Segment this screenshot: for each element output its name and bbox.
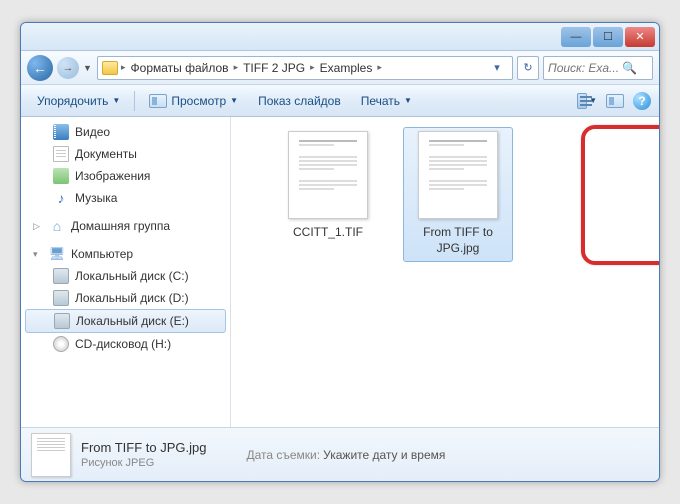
forward-button[interactable]: → [57, 57, 79, 79]
homegroup-icon: ⌂ [49, 218, 65, 234]
chevron-right-icon[interactable]: ▸ [120, 62, 127, 73]
file-list[interactable]: CCITT_1.TIF From TIFF to JPG.jpg [231, 117, 659, 427]
file-item-selected[interactable]: From TIFF to JPG.jpg [403, 127, 513, 262]
nav-bar: ← → ▼ ▸ Форматы файлов ▸ TIFF 2 JPG ▸ Ex… [21, 51, 659, 85]
navigation-pane[interactable]: Видео Документы Изображения ♪Музыка ▷⌂До… [21, 117, 231, 427]
details-pane: From TIFF to JPG.jpg Рисунок JPEG Дата с… [21, 427, 659, 481]
document-icon [53, 146, 69, 162]
sidebar-item-pictures[interactable]: Изображения [21, 165, 230, 187]
address-dropdown[interactable]: ▾ [486, 57, 508, 79]
organize-button[interactable]: Упорядочить▼ [29, 90, 128, 112]
preview-icon [149, 94, 167, 108]
minimize-button[interactable]: — [561, 27, 591, 47]
disk-icon [54, 313, 70, 329]
expander-icon[interactable]: ▷ [33, 221, 43, 232]
breadcrumb-segment[interactable]: Examples [318, 61, 375, 75]
search-icon: 🔍 [622, 61, 637, 75]
pictures-icon [53, 168, 69, 184]
maximize-button[interactable]: ☐ [593, 27, 623, 47]
breadcrumb-segment[interactable]: TIFF 2 JPG [241, 61, 307, 75]
address-bar[interactable]: ▸ Форматы файлов ▸ TIFF 2 JPG ▸ Examples… [97, 56, 513, 80]
sidebar-item-cd-h[interactable]: CD-дисковод (H:) [21, 333, 230, 355]
computer-icon: 🖥 [49, 246, 65, 262]
expander-icon[interactable]: ▾ [33, 249, 43, 260]
view-options-button[interactable]: ▼ [577, 92, 597, 110]
folder-icon [102, 61, 118, 75]
highlight-annotation [581, 125, 659, 265]
back-button[interactable]: ← [27, 55, 53, 81]
details-filename: From TIFF to JPG.jpg [81, 440, 206, 455]
search-input[interactable] [548, 61, 618, 75]
sidebar-item-disk-c[interactable]: Локальный диск (C:) [21, 265, 230, 287]
chevron-right-icon[interactable]: ▸ [376, 62, 383, 73]
file-label: From TIFF to JPG.jpg [407, 223, 509, 258]
file-thumbnail [288, 131, 368, 219]
help-button[interactable]: ? [633, 92, 651, 110]
sidebar-item-disk-e[interactable]: Локальный диск (E:) [25, 309, 226, 333]
file-item[interactable]: CCITT_1.TIF [273, 127, 383, 247]
disk-icon [53, 290, 69, 306]
body: Видео Документы Изображения ♪Музыка ▷⌂До… [21, 117, 659, 427]
sidebar-item-computer[interactable]: ▾🖥Компьютер [21, 243, 230, 265]
details-metadata[interactable]: Дата съемки: Укажите дату и время [246, 448, 445, 462]
explorer-window: — ☐ ✕ ← → ▼ ▸ Форматы файлов ▸ TIFF 2 JP… [20, 22, 660, 482]
print-button[interactable]: Печать▼ [353, 90, 420, 112]
preview-pane-button[interactable] [605, 92, 625, 110]
search-box[interactable]: 🔍 [543, 56, 653, 80]
separator [134, 91, 135, 111]
details-filetype: Рисунок JPEG [81, 457, 206, 469]
command-bar: Упорядочить▼ Просмотр▼ Показ слайдов Печ… [21, 85, 659, 117]
music-icon: ♪ [53, 190, 69, 206]
sidebar-item-video[interactable]: Видео [21, 121, 230, 143]
chevron-right-icon[interactable]: ▸ [309, 62, 316, 73]
history-dropdown[interactable]: ▼ [83, 63, 93, 73]
file-thumbnail [418, 131, 498, 219]
disk-icon [53, 268, 69, 284]
titlebar[interactable]: — ☐ ✕ [21, 23, 659, 51]
sidebar-item-disk-d[interactable]: Локальный диск (D:) [21, 287, 230, 309]
details-thumbnail [31, 433, 71, 477]
close-button[interactable]: ✕ [625, 27, 655, 47]
preview-button[interactable]: Просмотр▼ [141, 90, 246, 112]
refresh-button[interactable]: ↻ [517, 56, 539, 80]
sidebar-item-documents[interactable]: Документы [21, 143, 230, 165]
cd-icon [53, 336, 69, 352]
breadcrumb-segment[interactable]: Форматы файлов [129, 61, 231, 75]
video-icon [53, 124, 69, 140]
slideshow-button[interactable]: Показ слайдов [250, 90, 349, 112]
sidebar-item-homegroup[interactable]: ▷⌂Домашняя группа [21, 215, 230, 237]
file-label: CCITT_1.TIF [289, 223, 367, 243]
chevron-right-icon[interactable]: ▸ [233, 62, 240, 73]
sidebar-item-music[interactable]: ♪Музыка [21, 187, 230, 209]
